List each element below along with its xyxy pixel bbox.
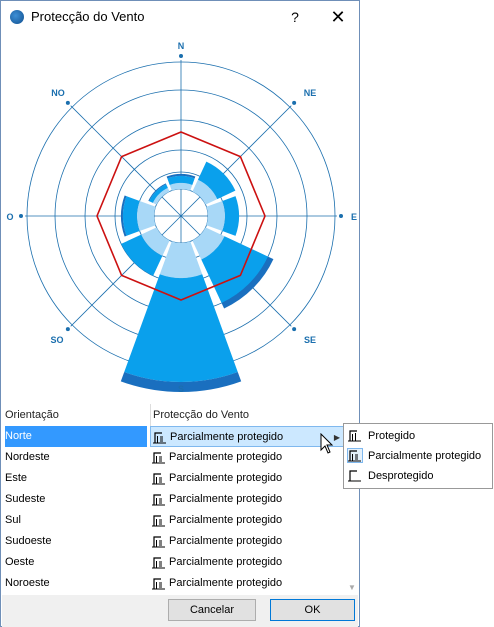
table-row[interactable]: Sudoeste Parcialmente protegido [2, 531, 345, 552]
orientation-cell[interactable]: Nordeste [5, 447, 147, 468]
partially-protected-icon [152, 493, 166, 506]
partially-protected-icon [152, 577, 166, 590]
direction-label-e: E [351, 212, 357, 222]
wind-rose-graphic [19, 54, 343, 392]
protection-cell[interactable]: Parcialmente protegido [150, 489, 344, 510]
direction-label-n: N [178, 41, 185, 51]
partially-protected-icon [152, 535, 166, 548]
protection-value: Parcialmente protegido [169, 451, 283, 463]
axis-marker [292, 100, 297, 105]
protection-cell[interactable]: Parcialmente protegido [150, 468, 344, 489]
partially-protected-icon [152, 451, 166, 464]
app-icon [10, 10, 24, 24]
unprotected-icon [348, 469, 362, 482]
orientation-cell[interactable]: Sul [5, 510, 147, 531]
protection-cell[interactable]: Parcialmente protegido [150, 573, 344, 594]
protection-dropdown-menu: Protegido Parcialmente protegido Desproteg… [343, 423, 493, 489]
ok-button[interactable]: OK [270, 599, 355, 621]
orientation-table: Orientação Protecção do Vento Norte Parci… [2, 404, 358, 594]
menu-item-label: Desprotegido [368, 470, 434, 482]
help-button[interactable]: ? [285, 7, 305, 27]
direction-label-ne: NE [304, 88, 317, 98]
direction-label-o: O [6, 212, 13, 222]
title-bar: Protecção do Vento ? ✕ [1, 1, 359, 33]
protection-cell[interactable]: Parcialmente protegido [150, 531, 344, 552]
direction-label-no: NO [51, 88, 65, 98]
protection-value: Parcialmente protegido [169, 577, 283, 589]
partially-protected-icon [152, 472, 166, 485]
direction-label-se: SE [304, 335, 316, 345]
axis-marker [339, 214, 343, 218]
scroll-down-arrow-icon[interactable]: ▼ [346, 582, 358, 594]
menu-item-protected[interactable]: Protegido [346, 426, 490, 446]
protection-value: Parcialmente protegido [169, 535, 283, 547]
menu-item-unprotected[interactable]: Desprotegido [346, 466, 490, 486]
protection-value: Parcialmente protegido [169, 514, 283, 526]
table-row[interactable]: Nordeste Parcialmente protegido [2, 447, 345, 468]
protection-cell[interactable]: Parcialmente protegido ▶ [150, 426, 344, 447]
wind-protection-dialog: Protecção do Vento ? ✕ N NE E SE S SO O … [0, 0, 360, 627]
partially-protected-icon [152, 514, 166, 527]
axis-marker [292, 327, 297, 332]
table-row[interactable]: Oeste Parcialmente protegido [2, 552, 345, 573]
direction-label-so: SO [50, 335, 63, 345]
window-title: Protecção do Vento [31, 9, 145, 24]
orientation-cell[interactable]: Noroeste [5, 573, 147, 594]
orientation-column-header[interactable]: Orientação [5, 404, 59, 426]
close-button[interactable]: ✕ [327, 7, 349, 27]
table-row[interactable]: Norte Parcialmente protegido ▶ [2, 426, 345, 447]
protection-cell[interactable]: Parcialmente protegido [150, 552, 344, 573]
orientation-cell[interactable]: Norte [5, 426, 147, 447]
partially-protected-icon [153, 431, 167, 444]
orientation-cell[interactable]: Sudoeste [5, 531, 147, 552]
partially-protected-icon [347, 448, 363, 463]
protection-value: Parcialmente protegido [170, 431, 284, 443]
table-row[interactable]: Sudeste Parcialmente protegido [2, 489, 345, 510]
protection-value: Parcialmente protegido [169, 493, 283, 505]
orientation-cell[interactable]: Oeste [5, 552, 147, 573]
axis-marker [179, 54, 183, 58]
protection-column-header[interactable]: Protecção do Vento [150, 404, 249, 426]
table-row[interactable]: Sul Parcialmente protegido [2, 510, 345, 531]
orientation-cell[interactable]: Este [5, 468, 147, 489]
table-row[interactable]: Este Parcialmente protegido [2, 468, 345, 489]
orientation-cell[interactable]: Sudeste [5, 489, 147, 510]
protection-value: Parcialmente protegido [169, 472, 283, 484]
axis-marker [19, 214, 23, 218]
menu-item-label: Protegido [368, 430, 416, 442]
menu-item-label: Parcialmente protegido [368, 450, 482, 462]
axis-marker [65, 100, 70, 105]
mouse-pointer-icon [320, 433, 334, 454]
direction-label-s: S [178, 384, 184, 394]
wind-rose: N NE E SE S SO O NO [6, 41, 357, 394]
protection-value: Parcialmente protegido [169, 556, 283, 568]
rose-sector-light [136, 200, 156, 232]
table-row[interactable]: Noroeste Parcialmente protegido [2, 573, 345, 594]
protection-cell[interactable]: Parcialmente protegido [150, 510, 344, 531]
menu-item-partially-protected[interactable]: Parcialmente protegido [346, 446, 490, 466]
submenu-arrow-icon: ▶ [333, 433, 340, 442]
partially-protected-icon [152, 556, 166, 569]
axis-marker [65, 327, 70, 332]
dialog-footer: Cancelar OK [2, 595, 358, 627]
cancel-button[interactable]: Cancelar [168, 599, 256, 621]
protected-icon [348, 429, 362, 442]
protection-cell[interactable]: Parcialmente protegido [150, 447, 344, 468]
rose-sector-light [206, 200, 225, 232]
